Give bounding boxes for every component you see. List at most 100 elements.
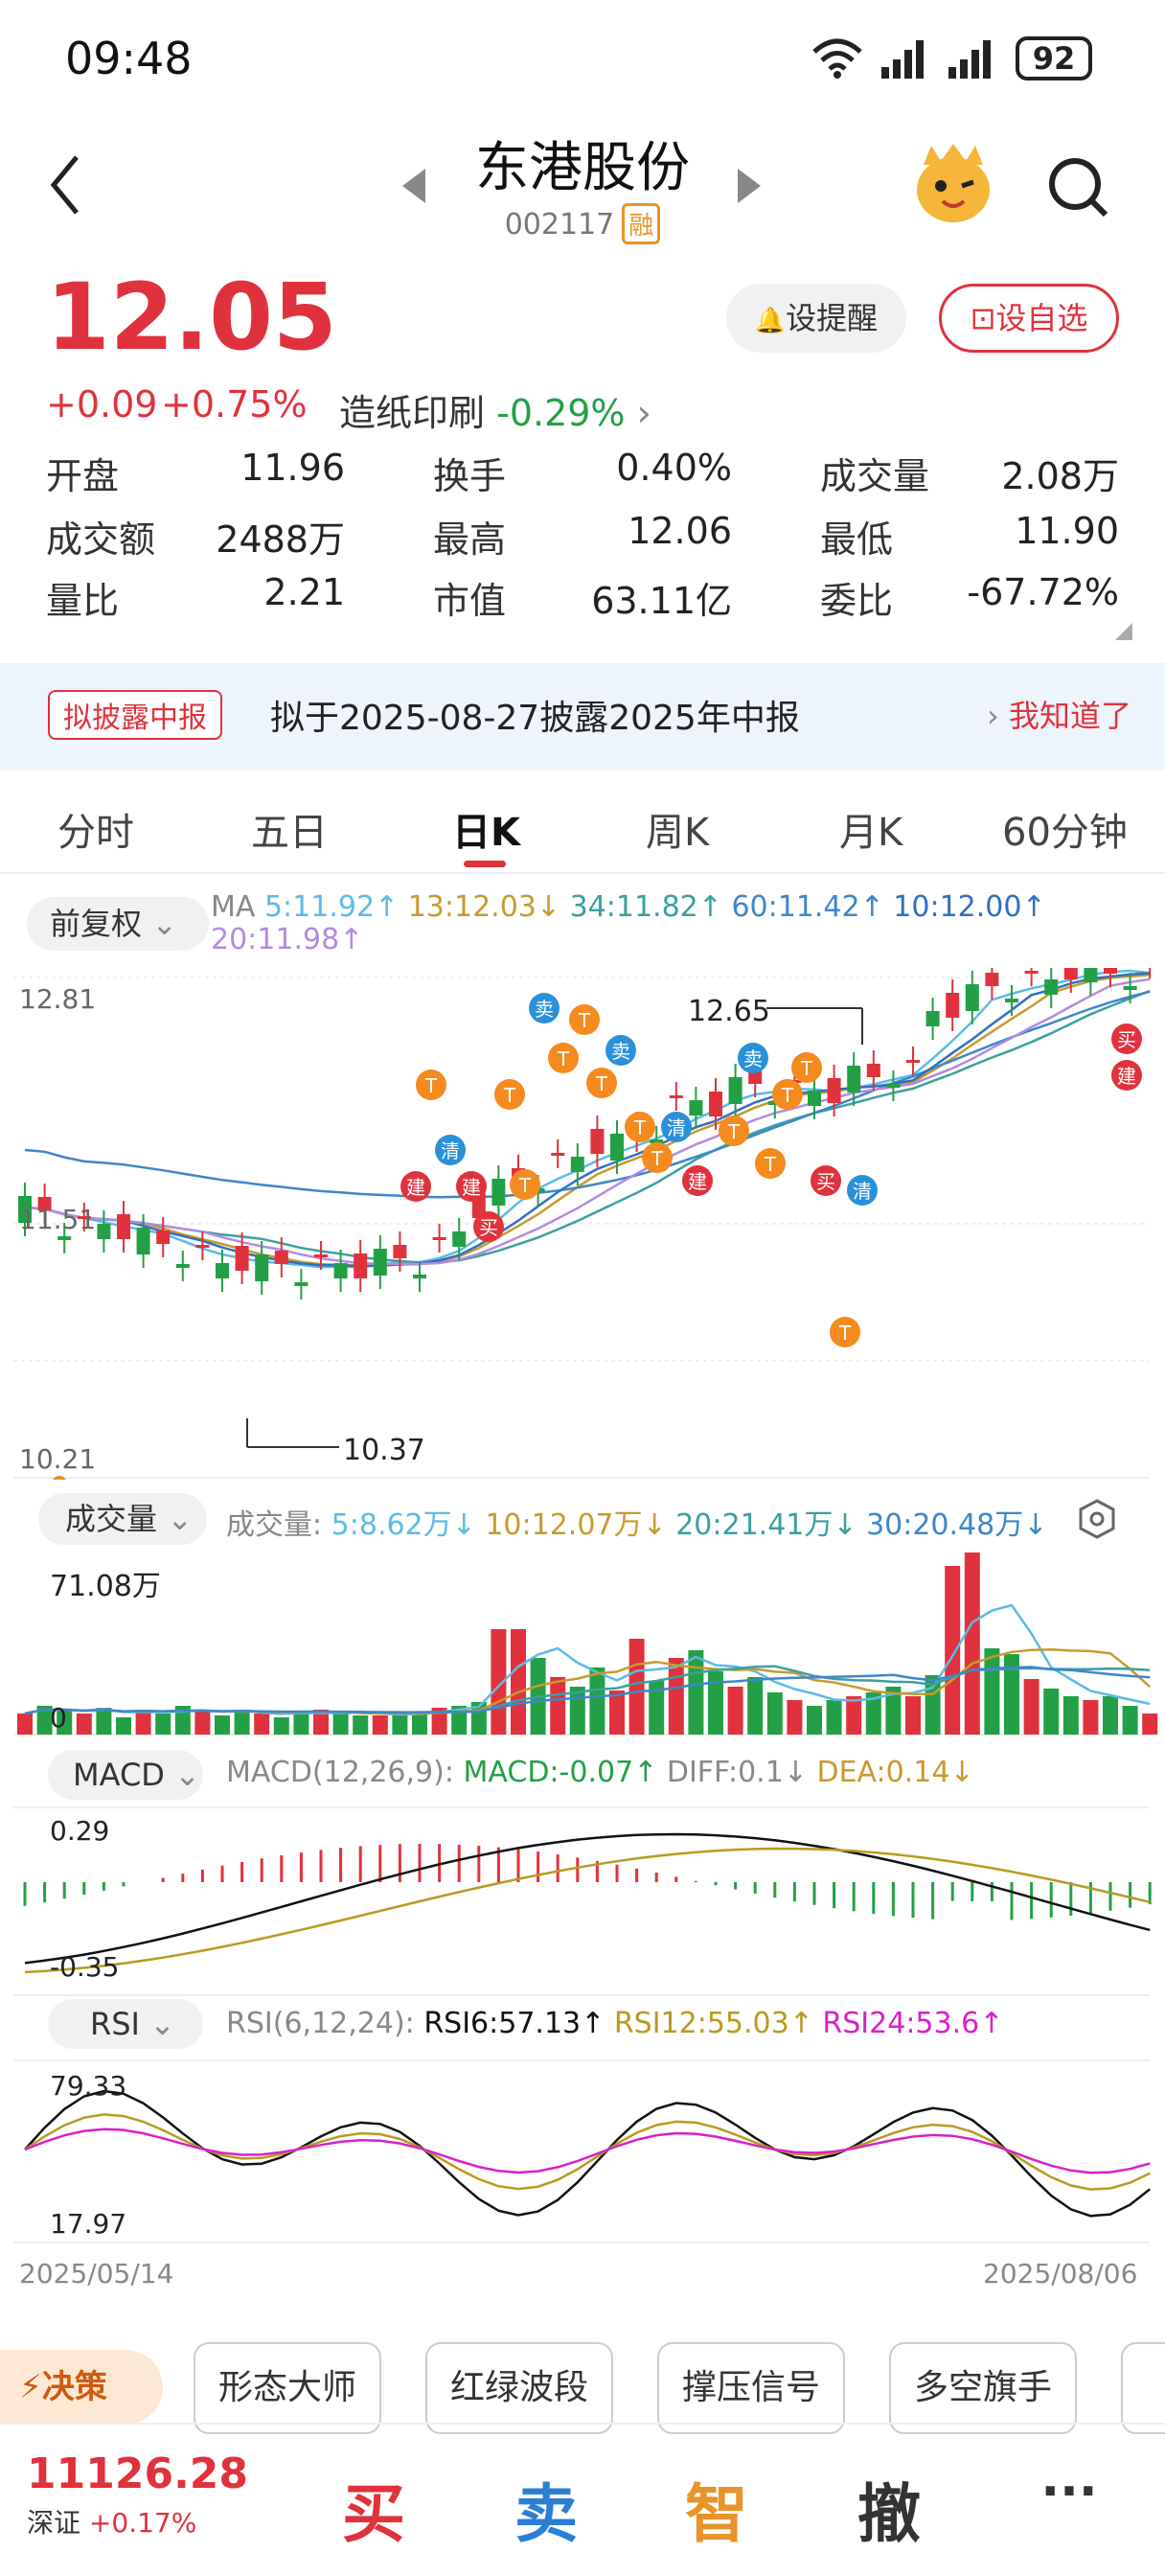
signal-badge-text: T	[578, 1009, 591, 1032]
settings-icon[interactable]	[1077, 1499, 1117, 1543]
volume-bar	[747, 1677, 764, 1735]
tab-timeshare[interactable]: 分时	[57, 801, 134, 857]
smart-button[interactable]: 智	[640, 2463, 793, 2555]
volume-bar	[807, 1706, 822, 1735]
volume-bar	[1142, 1714, 1158, 1735]
wifi-icon	[811, 34, 864, 82]
tab-monthly-k[interactable]: 月K	[839, 801, 902, 857]
signal-icon-2	[948, 38, 1000, 82]
candle	[728, 1077, 742, 1104]
sector-pct: -0.29%	[496, 392, 626, 434]
candle	[373, 1249, 387, 1276]
signal-badge-text: T	[838, 1322, 852, 1345]
candle	[1024, 971, 1039, 974]
volume-bar	[155, 1714, 171, 1735]
tool-support-pressure[interactable]: 撑压信号	[657, 2342, 845, 2434]
cancel-order-button[interactable]: 撤	[812, 2463, 966, 2555]
volume-bar	[826, 1700, 842, 1735]
candle	[354, 1254, 368, 1278]
signal-badge-text: 买	[1117, 1028, 1136, 1051]
rsi-bottom-label: 17.97	[50, 2208, 127, 2240]
candle	[570, 1157, 584, 1172]
tool-red-green-band[interactable]: 红绿波段	[425, 2342, 613, 2434]
macd-legend: MACD(12,26,9): MACD:-0.07↑ DIFF:0.1↓ DEA…	[226, 1756, 974, 1789]
candle	[886, 1084, 901, 1088]
signal-badge-text: 卖	[611, 1040, 630, 1063]
volume-bar	[254, 1714, 270, 1735]
tool-more-partial[interactable]	[1121, 2342, 1165, 2434]
signal-badge-text: 清	[853, 1180, 872, 1203]
candle	[195, 1245, 210, 1248]
remind-button[interactable]: 🔔设提醒	[726, 284, 906, 353]
sell-button[interactable]: 卖	[469, 2463, 623, 2555]
macd-bottom-label: -0.35	[50, 1951, 120, 1983]
volume-bar	[353, 1715, 369, 1735]
candle	[610, 1134, 624, 1161]
ma-legend: MA 5:11.92↑ 13:12.03↓ 34:11.82↑ 60:11.42…	[211, 891, 1111, 956]
mascot-icon[interactable]	[912, 144, 994, 230]
signal-badge-text: T	[518, 1174, 532, 1197]
volume-bar	[628, 1639, 645, 1735]
tab-60min[interactable]: 60分钟	[1002, 801, 1128, 857]
more-button[interactable]: ···	[993, 2463, 1146, 2520]
rsi-chart[interactable]	[0, 2058, 1165, 2244]
volume-bar	[964, 1552, 980, 1735]
candle	[255, 1254, 269, 1281]
index-value: 11126.28	[27, 2450, 249, 2498]
index-widget[interactable]: 11126.28 深证 +0.17%	[27, 2450, 276, 2564]
footer-divider	[0, 2423, 1165, 2425]
tool-long-short[interactable]: 多空旗手	[889, 2342, 1077, 2434]
search-icon[interactable]	[1044, 153, 1111, 224]
tool-pattern-master[interactable]: 形态大师	[194, 2342, 381, 2434]
macd-dropdown[interactable]: MACD ⌄	[48, 1750, 203, 1800]
candle	[827, 1078, 841, 1103]
candle	[808, 1091, 821, 1106]
tab-weekly-k[interactable]: 周K	[646, 801, 709, 857]
notice-dismiss[interactable]: › 我知道了	[987, 692, 1131, 736]
signal-badge-text: 卖	[743, 1047, 763, 1070]
stock-code: 002117	[504, 208, 615, 242]
next-stock-icon[interactable]	[734, 169, 761, 207]
margin-badge: 融	[622, 203, 661, 244]
kline-chart[interactable]: T清建 建买TT卖 TT 卖TT 清T建T卖TTT买 清T建买	[0, 968, 1165, 1480]
ma-title: MA	[211, 890, 256, 924]
signal-badge-text: T	[781, 1084, 794, 1107]
stat-label: 成交额	[46, 518, 156, 561]
volume-bar	[1103, 1696, 1118, 1735]
signal-badge-text: 买	[816, 1170, 835, 1193]
date-start: 2025/05/14	[19, 2258, 174, 2289]
signal-badge-text: 清	[667, 1116, 686, 1139]
volume-chart[interactable]	[0, 1552, 1165, 1736]
volume-bar	[609, 1690, 625, 1735]
chevron-down-icon: ⌄	[167, 1501, 193, 1537]
volume-max-label: 71.08万	[50, 1570, 161, 1603]
expand-corner-icon[interactable]	[1115, 623, 1132, 644]
signal-badge-text: T	[800, 1057, 813, 1080]
volume-bar	[984, 1648, 1000, 1735]
index-name: 深证	[27, 2507, 81, 2539]
notice-banner[interactable]: 拟披露中报 拟于2025-08-27披露2025年中报 › 我知道了	[0, 663, 1165, 770]
stat-value: 2.21	[263, 571, 345, 613]
macd-chart[interactable]	[0, 1806, 1165, 1997]
candle	[175, 1264, 190, 1268]
stat-label: 量比	[46, 580, 120, 622]
sector-link[interactable]: 造纸印刷 -0.29% ›	[339, 383, 651, 436]
rsi-top-label: 79.33	[50, 2070, 127, 2102]
decision-button[interactable]: ⚡决策	[0, 2350, 163, 2425]
candle	[985, 973, 999, 986]
signal-badge-text: T	[503, 1084, 516, 1107]
candle	[117, 1214, 130, 1239]
rsi-dropdown[interactable]: RSI ⌄	[48, 1999, 203, 2049]
candle	[333, 1263, 348, 1278]
add-watchlist-button[interactable]: ⊡设自选	[939, 284, 1119, 353]
tab-five-day[interactable]: 五日	[251, 801, 328, 857]
volume-dropdown[interactable]: 成交量 ⌄	[38, 1493, 207, 1545]
candle	[216, 1263, 229, 1278]
signal-badge-text: T	[727, 1120, 741, 1143]
volume-bar	[668, 1658, 684, 1735]
kline-y-high: 12.81	[19, 983, 97, 1015]
stat-value: 11.96	[240, 447, 345, 489]
adjust-dropdown[interactable]: 前复权 ⌄	[27, 897, 209, 951]
tab-daily-k[interactable]: 日K	[452, 801, 520, 857]
buy-button[interactable]: 买	[297, 2463, 450, 2555]
